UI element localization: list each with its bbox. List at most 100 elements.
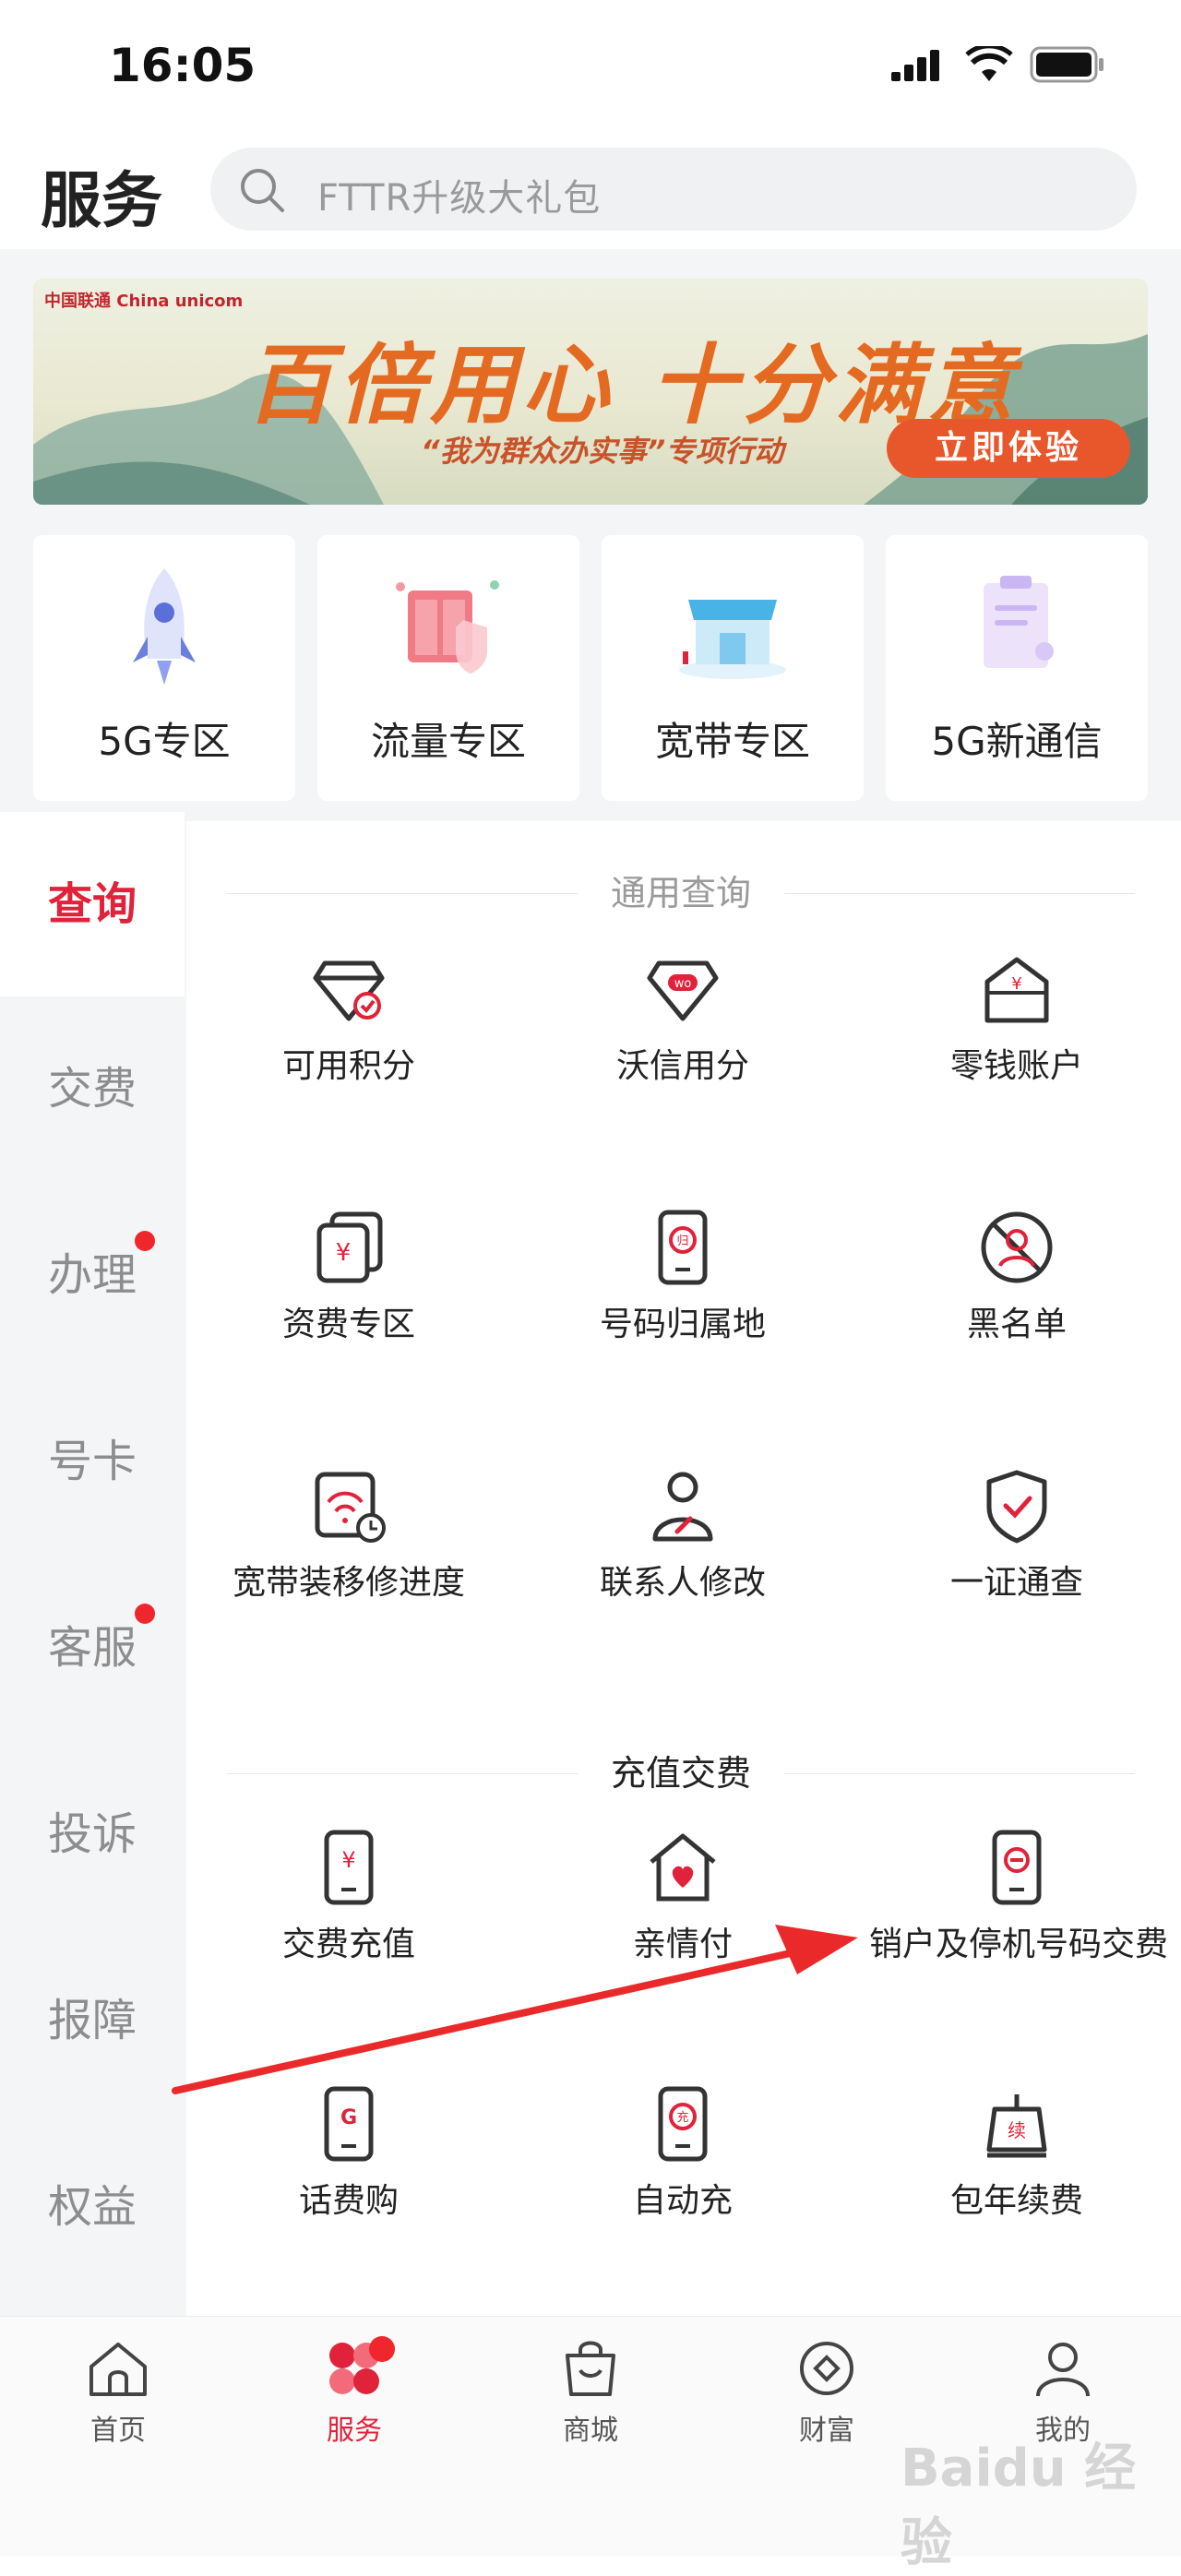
svg-text:¥: ¥ (1011, 974, 1021, 994)
service-item-id-check[interactable]: 一证通查 (869, 1467, 1164, 1652)
battery-icon (1030, 46, 1103, 83)
service-item-closed-account-payment[interactable]: 销户及停机号码交费 (869, 1829, 1169, 2013)
sidebar-item-label: 号卡 (47, 1436, 137, 1487)
service-item-points[interactable]: 可用积分 (201, 950, 496, 1135)
blacklist-icon (981, 1211, 1053, 1283)
sidebar-item-fault-report[interactable]: 报障 (0, 1928, 185, 2113)
sidebar-item-payment[interactable]: 交费 (0, 996, 185, 1181)
baidu-watermark: Baidu 经验 (901, 2439, 1137, 2573)
home-icon (89, 2343, 147, 2396)
search-placeholder: FTTR升级大礼包 (317, 177, 602, 220)
sidebar-item-handle[interactable]: 办理 (0, 1183, 185, 1367)
service-item-label: 沃信用分 (615, 1047, 749, 1085)
section-title: 充值交费 (610, 1753, 751, 1794)
phone-yuan-icon: ¥ (324, 1830, 374, 1905)
zone-card-5g[interactable]: 5G专区 (33, 535, 295, 801)
sidebar-item-label: 权益 (47, 2181, 137, 2233)
service-item-wo-credit[interactable]: wo 沃信用分 (535, 950, 830, 1135)
id-check-shield-icon (986, 1470, 1047, 1544)
tab-service[interactable]: 服务 (236, 2339, 472, 2448)
heart-house-icon (650, 1833, 716, 1902)
zone-card-5g-messaging[interactable]: 5G新通信 (886, 535, 1148, 801)
service-item-change-account[interactable]: ¥ 零钱账户 (869, 950, 1164, 1135)
banner-subtitle: “我为群众办实事”专项行动 (421, 434, 784, 469)
service-item-label: 宽带装移修进度 (232, 1564, 465, 1602)
service-item-broadband-progress[interactable]: 宽带装移修进度 (201, 1467, 496, 1652)
tab-label: 服务 (327, 2415, 382, 2447)
sidebar-item-complaint[interactable]: 投诉 (0, 1742, 185, 1926)
section-header-recharge: 充值交费 (227, 1746, 1135, 1801)
service-item-label: 销户及停机号码交费 (869, 1926, 1169, 1963)
service-item-label: 联系人修改 (599, 1564, 766, 1602)
broadband-progress-icon (315, 1472, 386, 1543)
phone-location-icon: 归 (658, 1210, 708, 1285)
service-item-annual-renewal[interactable]: 续 包年续费 (869, 2085, 1164, 2270)
service-item-label: 话费购 (298, 2182, 399, 2220)
svg-text:G: G (340, 2106, 357, 2129)
service-item-label: 一证通查 (949, 1564, 1083, 1602)
zone-label: 宽带专区 (654, 719, 810, 764)
wealth-coin-icon (800, 2342, 853, 2395)
service-item-label: 零钱账户 (949, 1047, 1083, 1085)
service-item-blacklist[interactable]: 黑名单 (869, 1209, 1164, 1393)
svg-text:¥: ¥ (336, 1239, 352, 1267)
wifi-icon (965, 46, 1013, 81)
sidebar-item-benefits[interactable]: 权益 (0, 2115, 185, 2299)
banner-cta-button[interactable]: 立即体验 (887, 419, 1130, 478)
annual-renew-icon: 续 (986, 2094, 1047, 2158)
search-input[interactable]: FTTR升级大礼包 (210, 148, 1137, 231)
rocket-icon (133, 568, 196, 685)
sidebar-item-query[interactable]: 查询 (0, 812, 185, 996)
points-gem-icon (313, 960, 385, 1021)
sidebar-item-customer-service[interactable]: 客服 (0, 1556, 185, 1740)
brand-logo: 中国联通 China unicom (44, 292, 244, 311)
svg-text:wo: wo (674, 977, 692, 991)
svg-text:¥: ¥ (341, 1847, 355, 1873)
page-title: 服务 (41, 165, 162, 236)
sidebar-item-label: 投诉 (47, 1808, 137, 1860)
phone-minus-icon (992, 1830, 1042, 1905)
service-item-number-location[interactable]: 归 号码归属地 (535, 1209, 830, 1393)
promo-banner[interactable]: 中国联通 China unicom 百倍用心 十分满意 “我为群众办实事”专项行… (33, 279, 1148, 505)
notification-badge (135, 1231, 155, 1251)
zone-label: 5G专区 (98, 719, 231, 764)
sidebar-item-sim-card[interactable]: 号卡 (0, 1369, 185, 1554)
notification-badge (135, 1604, 155, 1624)
tab-label: 首页 (90, 2415, 146, 2447)
service-item-label: 可用积分 (281, 1047, 415, 1085)
tab-mall[interactable]: 商城 (472, 2339, 709, 2448)
sidebar-item-label: 交费 (47, 1063, 137, 1115)
annotation-arrow (172, 1925, 858, 2094)
sidebar-item-label: 查询 (47, 878, 137, 930)
sidebar-item-label: 办理 (47, 1249, 137, 1301)
service-item-contact-edit[interactable]: 联系人修改 (535, 1467, 830, 1652)
tab-label: 商城 (563, 2415, 618, 2447)
status-bar: 16:05 (0, 0, 1181, 138)
tab-home[interactable]: 首页 (0, 2339, 236, 2448)
svg-text:充: 充 (676, 2110, 688, 2125)
shopping-bag-icon (566, 2341, 615, 2396)
svg-text:续: 续 (1008, 2119, 1026, 2141)
service-item-label: 自动充 (632, 2182, 733, 2220)
service-item-tariff-zone[interactable]: ¥ 资费专区 (201, 1209, 496, 1393)
zone-card-broadband[interactable]: 宽带专区 (602, 535, 864, 801)
service-item-label: 黑名单 (966, 1306, 1067, 1343)
section-header-general-query: 通用查询 (227, 865, 1135, 921)
service-item-bill-purchase[interactable]: G 话费购 (201, 2085, 496, 2270)
profile-icon (1036, 2343, 1090, 2397)
wallet-house-icon: ¥ (984, 957, 1049, 1023)
contact-edit-icon (652, 1472, 713, 1542)
shield-door-icon (396, 580, 499, 674)
zone-label: 流量专区 (370, 719, 526, 764)
notification-badge (369, 2336, 395, 2362)
zone-card-traffic[interactable]: 流量专区 (317, 535, 579, 801)
status-time: 16:05 (109, 39, 256, 92)
svg-text:归: 归 (676, 1234, 688, 1248)
store-icon (679, 600, 786, 679)
service-item-label: 号码归属地 (599, 1306, 766, 1343)
tariff-cards-icon: ¥ (316, 1211, 383, 1283)
service-item-auto-recharge[interactable]: 充 自动充 (535, 2085, 830, 2270)
search-icon (241, 169, 284, 212)
sidebar-item-label: 客服 (47, 1622, 137, 1674)
clipboard-icon (984, 576, 1054, 668)
